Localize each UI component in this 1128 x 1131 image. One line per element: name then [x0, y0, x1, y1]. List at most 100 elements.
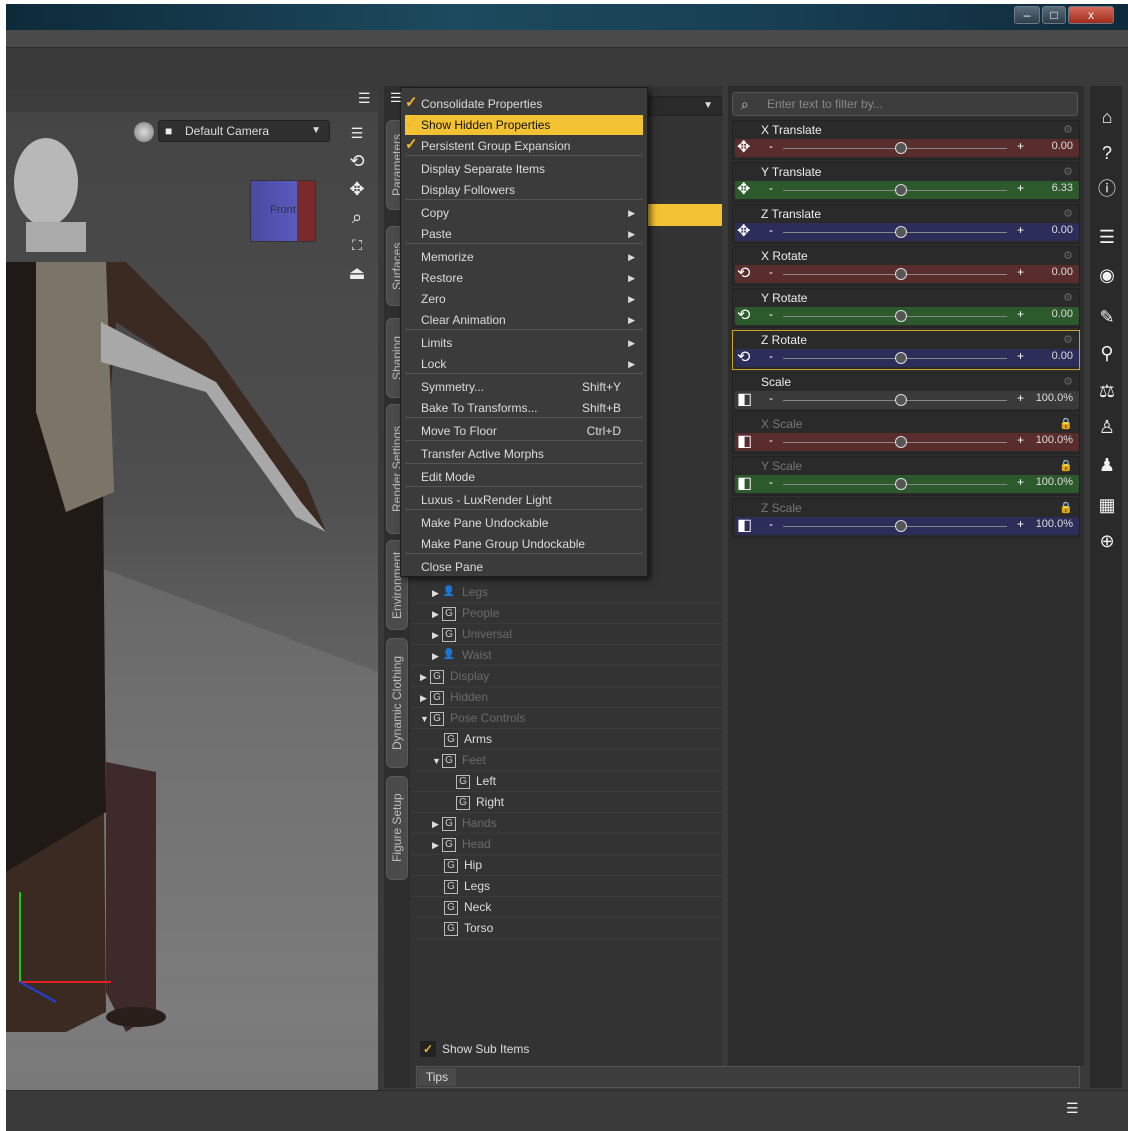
menu-item[interactable]: Make Pane Group Undockable [405, 534, 643, 554]
increment-icon[interactable]: + [1017, 307, 1024, 321]
property-slider[interactable]: ✥ - +0.00 [735, 223, 1079, 241]
tree-row[interactable]: G Neck [410, 897, 722, 918]
menu-item[interactable]: Move To Floor Ctrl+D [405, 421, 643, 441]
tips-button[interactable]: Tips [418, 1068, 456, 1086]
increment-icon[interactable]: + [1017, 391, 1024, 405]
slider-knob[interactable] [895, 268, 907, 280]
slider-knob[interactable] [895, 520, 907, 532]
tree-row[interactable]: ▶ G Hands [410, 813, 722, 834]
menu-item[interactable]: Zero ▶ [405, 289, 643, 309]
gear-icon[interactable]: ⚙ [1063, 123, 1073, 136]
increment-icon[interactable]: + [1017, 139, 1024, 153]
lock-icon[interactable]: 🔒 [1059, 501, 1073, 514]
menu-item[interactable]: Edit Mode [405, 467, 643, 487]
view-sphere-icon[interactable] [134, 122, 154, 142]
increment-icon[interactable]: + [1017, 265, 1024, 279]
tree-row[interactable]: ▶ G Universal [410, 624, 722, 645]
gear-icon[interactable]: ⚙ [1063, 165, 1073, 178]
menu-item[interactable]: Display Followers [405, 180, 643, 200]
home-view-icon[interactable]: ⏏ [346, 262, 368, 284]
lock-icon[interactable]: 🔒 [1059, 417, 1073, 430]
menu-item[interactable]: Transfer Active Morphs [405, 444, 643, 464]
show-sub-items-checkbox[interactable]: ✓ Show Sub Items [420, 1040, 529, 1058]
figure-tool-icon[interactable]: ♙ [1094, 414, 1120, 440]
gear-icon[interactable]: ⚙ [1063, 207, 1073, 220]
property-row[interactable]: X Rotate ⚙ ⟲ - +0.00 [732, 246, 1080, 286]
view-cube[interactable]: Front [250, 180, 316, 242]
property-slider[interactable]: ✥ - +6.33 [735, 181, 1079, 199]
frame-icon[interactable]: ⛶ [346, 234, 368, 256]
slider-knob[interactable] [895, 142, 907, 154]
help-icon[interactable]: ⓘ [1094, 176, 1120, 202]
property-row[interactable]: Y Rotate ⚙ ⟲ - +0.00 [732, 288, 1080, 328]
property-row[interactable]: X Scale 🔒 ◧ - +100.0% [732, 414, 1080, 454]
property-slider[interactable]: ⟲ - +0.00 [735, 307, 1079, 325]
pane-menu-icon[interactable]: ☰ [390, 90, 402, 106]
slider-knob[interactable] [895, 310, 907, 322]
pan-icon[interactable]: ✥ [346, 178, 368, 200]
menu-item[interactable]: ✓ Consolidate Properties [405, 94, 643, 114]
zoom-icon[interactable]: ⌕ [346, 206, 368, 228]
orbit-icon[interactable]: ⟲ [346, 150, 368, 172]
property-value[interactable]: 6.33 [1052, 182, 1073, 194]
decrement-icon[interactable]: - [769, 475, 773, 489]
property-value[interactable]: 100.0% [1036, 476, 1073, 488]
slider-knob[interactable] [895, 436, 907, 448]
property-row[interactable]: Z Scale 🔒 ◧ - +100.0% [732, 498, 1080, 538]
property-row[interactable]: Z Translate ⚙ ✥ - +0.00 [732, 204, 1080, 244]
menu-item[interactable]: ✓ Show Hidden Properties [405, 115, 643, 135]
decrement-icon[interactable]: - [769, 391, 773, 405]
property-slider[interactable]: ⟲ - +0.00 [735, 265, 1079, 283]
property-slider[interactable]: ⟲ - +0.00 [735, 349, 1079, 367]
property-row[interactable]: X Translate ⚙ ✥ - +0.00 [732, 120, 1080, 160]
home-icon[interactable]: ⌂ [1094, 104, 1120, 130]
decrement-icon[interactable]: - [769, 433, 773, 447]
gear-icon[interactable]: ⚙ [1063, 249, 1073, 262]
tree-row[interactable]: ▶ G Hidden [410, 687, 722, 708]
minimize-button[interactable]: – [1014, 6, 1040, 24]
tree-row[interactable]: ▶ 👤 Legs [410, 582, 722, 603]
node-weight-icon[interactable]: ⚖ [1094, 378, 1120, 404]
menu-item[interactable]: Close Pane [405, 557, 643, 577]
menu-item[interactable]: ✓ Persistent Group Expansion [405, 136, 643, 156]
3d-viewport[interactable] [6, 112, 378, 1090]
property-slider[interactable]: ◧ - +100.0% [735, 517, 1079, 535]
pose-tool-icon[interactable]: ✎ [1094, 304, 1120, 330]
pane-options-icon[interactable]: ☰ [1066, 1100, 1079, 1117]
menu-item[interactable]: Clear Animation ▶ [405, 310, 643, 330]
whats-this-icon[interactable]: ? [1094, 140, 1120, 166]
menu-item[interactable]: Luxus - LuxRender Light [405, 490, 643, 510]
property-row[interactable]: Scale ⚙ ◧ - +100.0% [732, 372, 1080, 412]
tree-row[interactable]: ▼ G Pose Controls [410, 708, 722, 729]
tree-row[interactable]: ▼ G Feet [410, 750, 722, 771]
options-icon[interactable]: ☰ [346, 122, 368, 144]
maximize-button[interactable]: □ [1042, 6, 1066, 24]
slider-knob[interactable] [895, 478, 907, 490]
property-value[interactable]: 100.0% [1036, 434, 1073, 446]
decrement-icon[interactable]: - [769, 223, 773, 237]
world-icon[interactable]: ⊕ [1094, 528, 1120, 554]
property-slider[interactable]: ◧ - +100.0% [735, 433, 1079, 451]
tree-row[interactable]: G Arms [410, 729, 722, 750]
tab-dynamic-clothing[interactable]: Dynamic Clothing [386, 638, 408, 768]
menu-item[interactable]: Paste ▶ [405, 224, 643, 244]
tree-row[interactable]: G Right [410, 792, 722, 813]
filter-input[interactable]: ⌕ Enter text to filter by... [732, 92, 1078, 116]
property-value[interactable]: 0.00 [1052, 224, 1073, 236]
universal-tool-icon[interactable]: ◉ [1094, 262, 1120, 288]
menu-item[interactable]: Restore ▶ [405, 268, 643, 288]
lock-icon[interactable]: 🔒 [1059, 459, 1073, 472]
tree-row[interactable]: ▶ 👤 Waist [410, 645, 722, 666]
property-row[interactable]: Y Scale 🔒 ◧ - +100.0% [732, 456, 1080, 496]
menu-item[interactable]: Display Separate Items [405, 159, 643, 179]
increment-icon[interactable]: + [1017, 475, 1024, 489]
close-button[interactable]: x [1068, 6, 1114, 24]
menu-item[interactable]: Lock ▶ [405, 354, 643, 374]
menu-item[interactable]: Make Pane Undockable [405, 513, 643, 533]
tree-row[interactable]: ▶ G People [410, 603, 722, 624]
property-row[interactable]: Z Rotate ⚙ ⟲ - +0.00 [732, 330, 1080, 370]
tree-row[interactable]: G Left [410, 771, 722, 792]
menu-item[interactable]: Limits ▶ [405, 333, 643, 353]
decrement-icon[interactable]: - [769, 139, 773, 153]
gear-icon[interactable]: ⚙ [1063, 333, 1073, 346]
